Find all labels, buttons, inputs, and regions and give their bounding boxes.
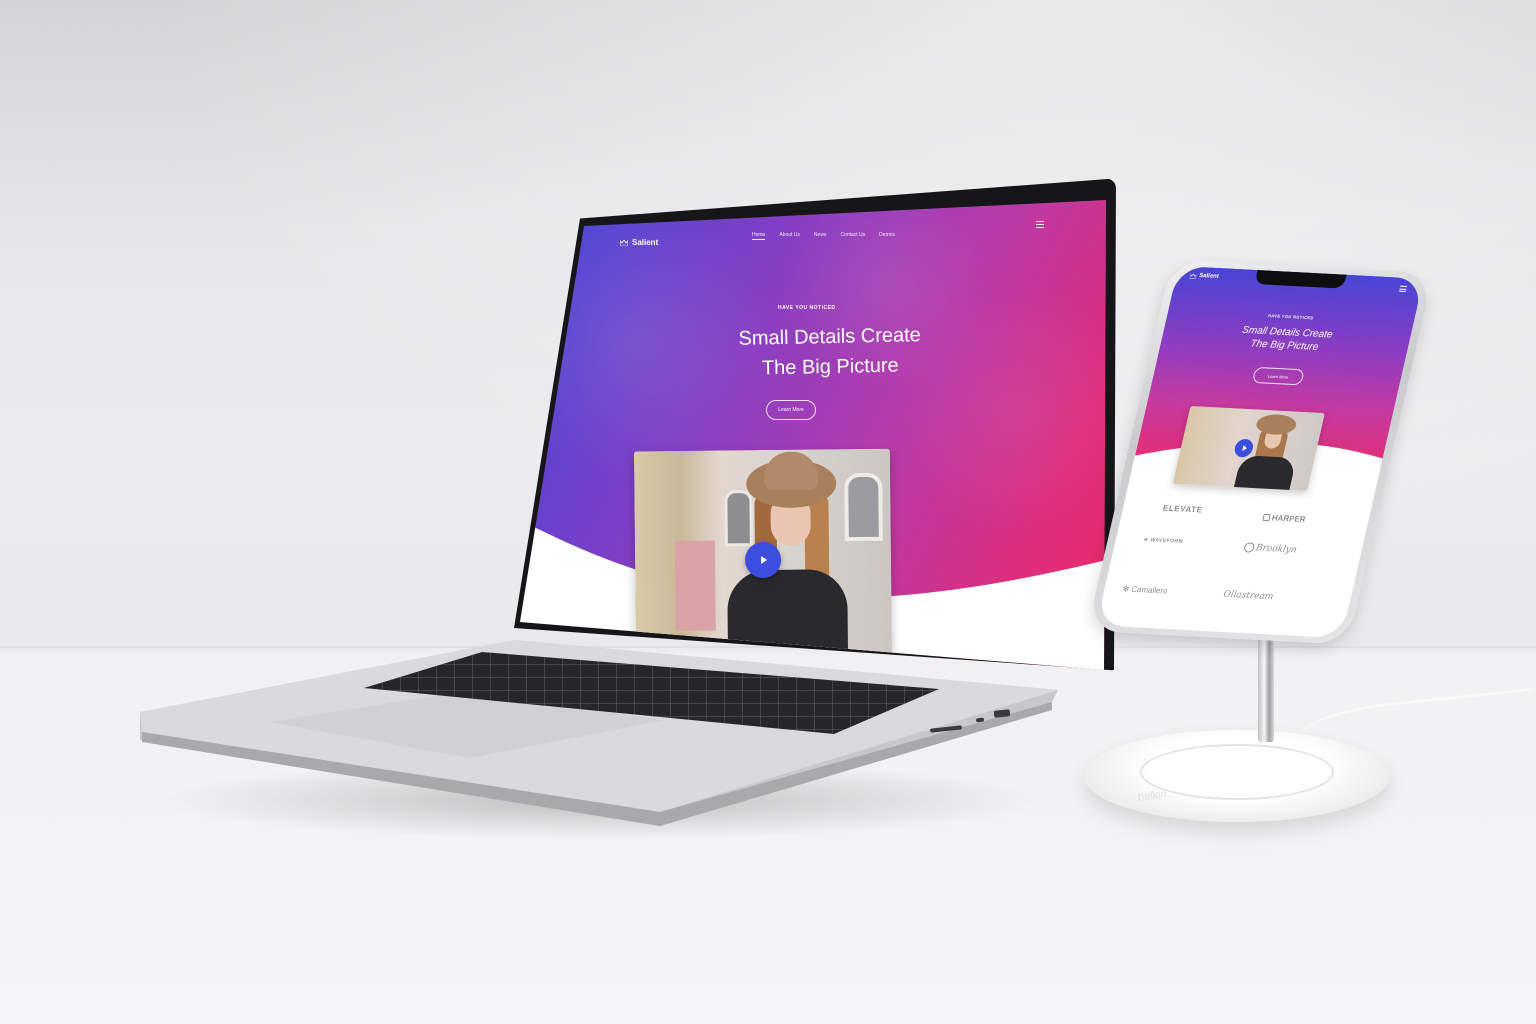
hero-headline-line1: Small Details Create (738, 324, 922, 350)
nav-item-home[interactable]: Home (752, 232, 766, 240)
crown-icon (620, 239, 628, 246)
brand-logo-ollastream: Ollastream (1222, 589, 1275, 603)
learn-more-button[interactable]: Learn More (766, 400, 816, 420)
video-card[interactable] (633, 448, 893, 662)
nav-item-about-us[interactable]: About Us (779, 232, 800, 240)
brand-logo-brooklyn: Brooklyn (1243, 542, 1298, 555)
hero-eyebrow: HAVE YOU NOTICED (778, 305, 836, 311)
crown-icon (1189, 272, 1197, 279)
site-logo[interactable]: Salient (620, 238, 658, 247)
laptop-screen: Salient Home About Us News Contact Us De… (520, 200, 1106, 670)
play-button[interactable] (744, 541, 782, 579)
hamburger-menu-icon[interactable] (1036, 221, 1044, 228)
charging-pad-ring (1140, 744, 1334, 800)
brand-logo-camallero: ✻ Camallero (1122, 584, 1169, 595)
harper-icon (1262, 514, 1271, 522)
play-icon (761, 555, 768, 565)
nav-item-demos[interactable]: Demos (879, 232, 895, 240)
brand-logo-brooklyn-text: Brooklyn (1254, 543, 1298, 556)
brand-logo-harper: HARPER (1262, 513, 1306, 524)
main-nav: Home About Us News Contact Us Demos (752, 232, 895, 240)
phone-site-logo-text: Salient (1198, 272, 1220, 280)
play-icon (1241, 445, 1248, 452)
brand-logo-elevate: ELEVATE (1162, 503, 1204, 515)
brooklyn-icon (1243, 542, 1256, 553)
hero-headline: Small Details Create The Big Picture (699, 319, 960, 384)
brand-logo-harper-text: HARPER (1270, 513, 1307, 525)
brand-logo-waveform-text: WAVEFORM (1149, 537, 1184, 545)
site-logo-text: Salient (632, 238, 659, 247)
nav-item-news[interactable]: News (814, 232, 827, 240)
phone-learn-more-button[interactable]: Learn More (1251, 366, 1305, 386)
brand-logo-waveform: ≋ WAVEFORM (1143, 537, 1184, 545)
brand-logo-camallero-text: Camallero (1130, 584, 1169, 596)
phone-video-card[interactable] (1172, 405, 1326, 491)
hero-headline-line2: The Big Picture (761, 354, 899, 380)
nav-item-contact-us[interactable]: Contact Us (840, 232, 865, 240)
